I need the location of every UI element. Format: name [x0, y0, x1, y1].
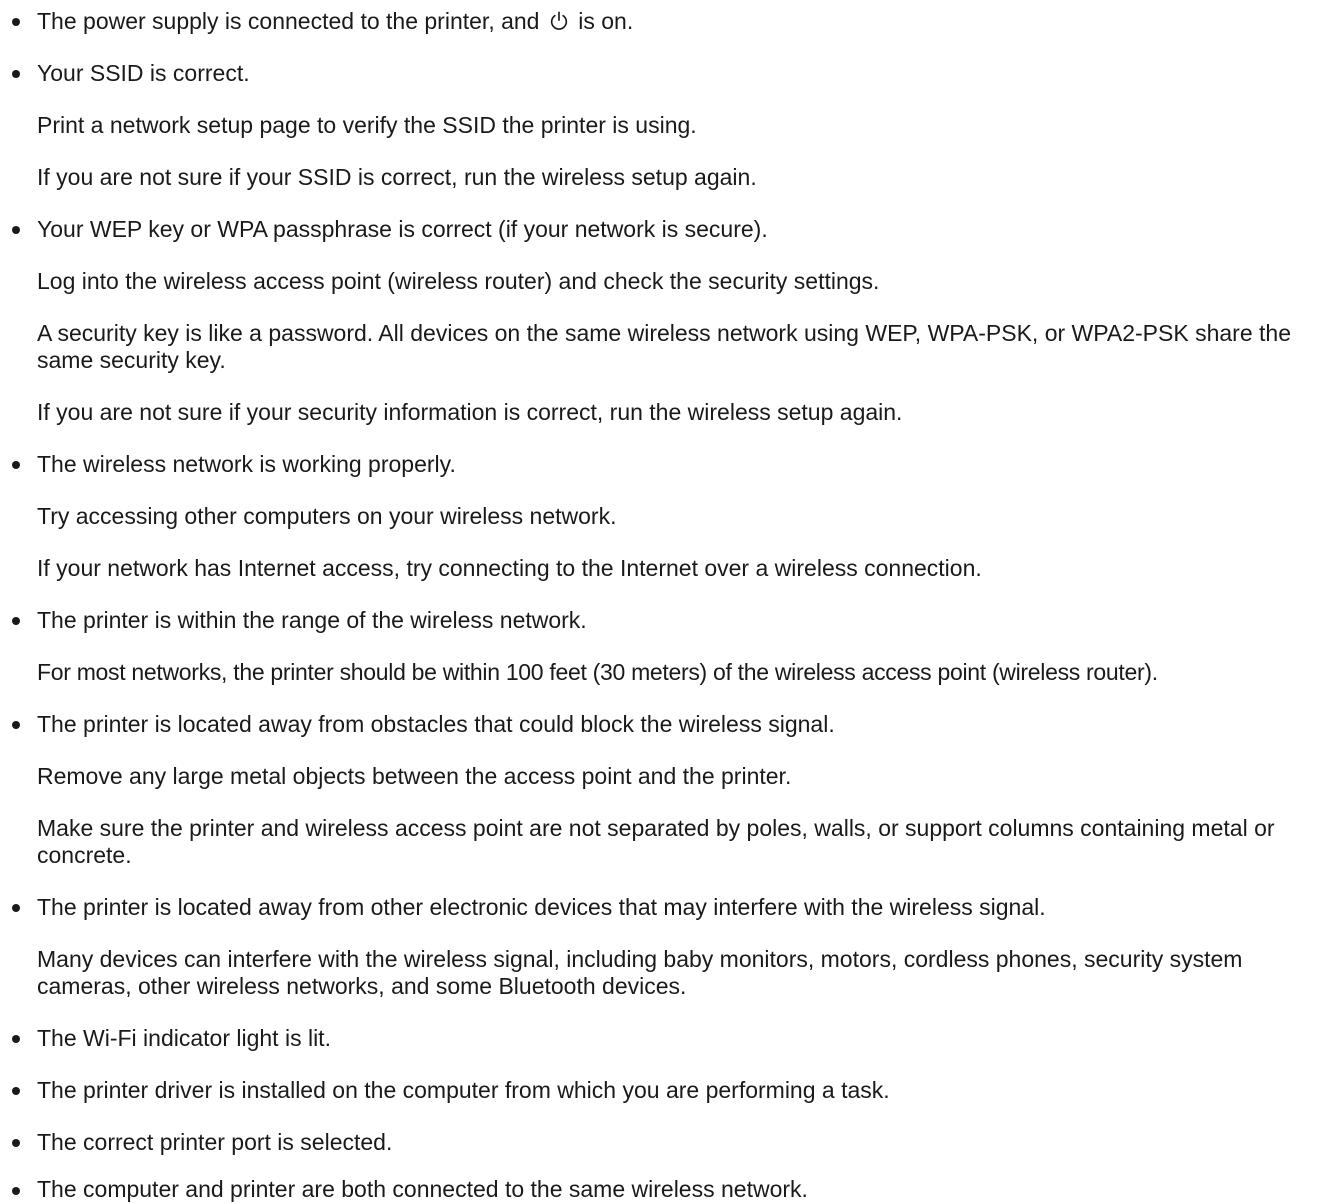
checklist-item-ssid: Your SSID is correct. [37, 60, 250, 86]
item-text: The power supply is connected to the pri… [37, 8, 540, 34]
checklist-item-same-network: The computer and printer are both connec… [37, 1176, 808, 1202]
checklist-item-power: The power supply is connected to the pri… [37, 8, 1343, 35]
checklist-item-range: The printer is within the range of the w… [37, 607, 587, 633]
checklist-item-interference: The printer is located away from other e… [37, 894, 1046, 920]
bullet-dot [12, 461, 20, 469]
checklist-item-security-key: Your WEP key or WPA passphrase is correc… [37, 216, 768, 242]
item-detail: Make sure the printer and wireless acces… [37, 815, 1275, 868]
bullet-dot [12, 617, 20, 625]
checklist-item-wifi-light: The Wi-Fi indicator light is lit. [37, 1025, 331, 1051]
bullet-dot [12, 1035, 20, 1043]
bullet-dot [12, 226, 20, 234]
item-detail: Many devices can interfere with the wire… [37, 946, 1243, 999]
item-detail: Print a network setup page to verify the… [37, 112, 697, 138]
item-detail: If your network has Internet access, try… [37, 555, 982, 581]
bullet-dot [12, 1087, 20, 1095]
bullet-dot [12, 70, 20, 78]
item-detail: For most networks, the printer should be… [37, 659, 1158, 685]
item-detail: Log into the wireless access point (wire… [37, 268, 880, 294]
bullet-dot [12, 1187, 20, 1195]
item-detail: Remove any large metal objects between t… [37, 763, 792, 789]
item-detail: Try accessing other computers on your wi… [37, 503, 617, 529]
checklist-item-port: The correct printer port is selected. [37, 1129, 393, 1155]
item-text: is on. [578, 8, 634, 34]
item-detail: If you are not sure if your SSID is corr… [37, 164, 757, 190]
bullet-dot [12, 1139, 20, 1147]
bullet-dot [12, 18, 20, 26]
checklist-item-driver: The printer driver is installed on the c… [37, 1077, 890, 1103]
bullet-dot [12, 904, 20, 912]
checklist-item-obstacles: The printer is located away from obstacl… [37, 711, 835, 737]
power-icon [550, 11, 568, 30]
document-page: The power supply is connected to the pri… [0, 0, 1343, 1202]
item-detail: If you are not sure if your security inf… [37, 399, 903, 425]
bullet-dot [12, 721, 20, 729]
checklist-item-network-working: The wireless network is working properly… [37, 451, 456, 477]
item-detail: A security key is like a password. All d… [37, 320, 1291, 373]
